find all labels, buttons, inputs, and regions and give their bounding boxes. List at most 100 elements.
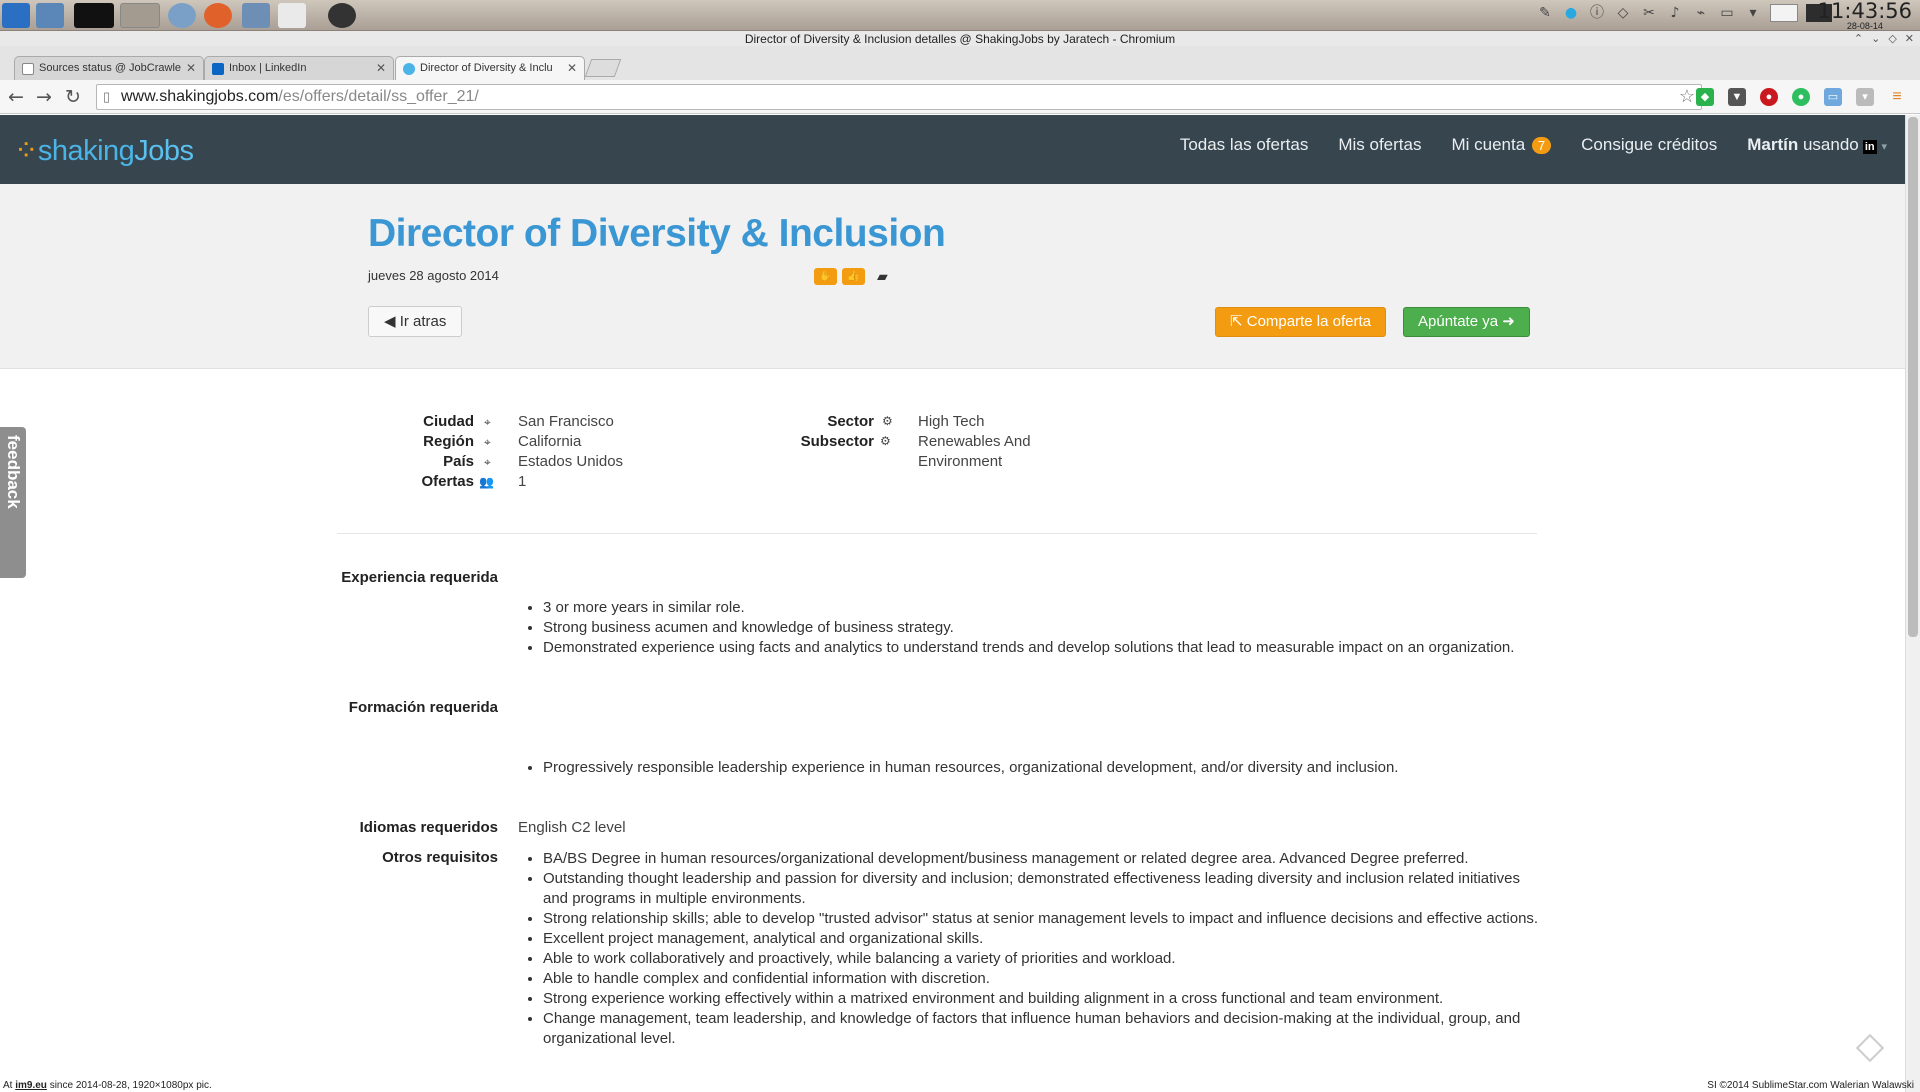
education-label: Formación requerida xyxy=(348,699,498,716)
minimize-icon[interactable]: ⌄ xyxy=(1871,32,1880,45)
experience-list: 3 or more years in similar role. Strong … xyxy=(543,598,1543,658)
tray-expand-icon[interactable]: ▾ xyxy=(1744,4,1762,22)
extensions-area: ◆ ▼ ● ● ▭ ▾ ≡ xyxy=(1696,88,1906,106)
pocket-extension-icon[interactable]: ▼ xyxy=(1728,88,1746,106)
window-controls: ⌃ ⌄ ◇ ✕ xyxy=(1854,32,1914,45)
account-badge: 7 xyxy=(1531,137,1552,154)
share-offer-button[interactable]: ⇱ Comparte la oferta xyxy=(1215,307,1386,337)
scroll-to-top-icon[interactable] xyxy=(1855,1033,1885,1063)
reload-icon[interactable]: ↻ xyxy=(65,86,81,108)
pen-icon[interactable]: ✎ xyxy=(1536,4,1554,22)
map-marker-icon: ⌖ xyxy=(484,455,491,469)
map-marker-icon: ⌖ xyxy=(484,415,491,429)
go-back-button[interactable]: ◀ Ir atras xyxy=(368,306,463,337)
feedback-tab[interactable]: feedback xyxy=(0,427,26,578)
clipboard-scissors-icon[interactable]: ✂ xyxy=(1640,4,1658,22)
page-info-icon[interactable]: ▯ xyxy=(103,89,110,105)
evernote-extension-icon[interactable]: ● xyxy=(1792,88,1810,106)
bookmark-star-icon[interactable]: ☆ xyxy=(1679,86,1695,107)
region-value: California xyxy=(518,433,582,450)
scrollbar-thumb[interactable] xyxy=(1908,117,1918,637)
country-label: País xyxy=(443,453,474,470)
tab-label: Inbox | LinkedIn xyxy=(229,62,307,74)
watermark-left: At im9.eu since 2014-08-28, 1920×1080px … xyxy=(3,1080,212,1091)
folder-icon[interactable]: ▰ xyxy=(877,268,888,285)
close-window-icon[interactable]: ✕ xyxy=(1905,32,1914,45)
url-host: www.shakingjobs.com xyxy=(121,88,279,105)
linkedin-icon xyxy=(212,63,224,75)
tab-sources-status[interactable]: Sources status @ JobCrawle ✕ xyxy=(14,56,204,80)
city-label: Ciudad xyxy=(423,413,474,430)
network-icon[interactable]: ▭ xyxy=(1718,4,1736,22)
thumbs-up-icon[interactable]: 👍 xyxy=(842,268,865,285)
thumbs-down-icon[interactable]: ✋ xyxy=(814,268,837,285)
app-launcher-icon[interactable] xyxy=(328,3,356,28)
menu-icon[interactable]: ≡ xyxy=(1888,88,1906,106)
nav-all-offers[interactable]: Todas las ofertas xyxy=(1180,135,1309,155)
city-value: San Francisco xyxy=(518,413,614,430)
close-tab-icon[interactable]: ✕ xyxy=(186,61,196,75)
gear-icon: ⚙ xyxy=(882,414,893,428)
list-item: BA/BS Degree in human resources/organiza… xyxy=(543,849,1543,869)
desktop-icon[interactable] xyxy=(36,3,64,28)
nav-get-credits[interactable]: Consigue créditos xyxy=(1581,135,1717,155)
nav-my-offers[interactable]: Mis ofertas xyxy=(1338,135,1421,155)
shield-extension-icon[interactable]: ▾ xyxy=(1856,88,1874,106)
chromium-launcher-icon[interactable] xyxy=(168,3,196,28)
share-offer-label: Comparte la oferta xyxy=(1246,313,1371,330)
watermark-right: SI ©2014 SublimeStar.com Walerian Walaws… xyxy=(1707,1080,1914,1091)
notes-icon[interactable] xyxy=(1770,4,1798,22)
user-name: Martín xyxy=(1747,135,1799,154)
tab-job-detail[interactable]: Director of Diversity & Inclu ✕ xyxy=(395,56,585,80)
job-header: Director of Diversity & Inclusion jueves… xyxy=(0,184,1905,369)
subsector-value-line1: Renewables And xyxy=(918,433,1031,450)
close-tab-icon[interactable]: ✕ xyxy=(376,61,386,75)
nav-my-account[interactable]: Mi cuenta 7 xyxy=(1451,135,1552,155)
linkedin-icon: in xyxy=(1862,140,1877,154)
system-tray: ✎ ● ⓘ ◇ ✂ ♪ ⌁ ▭ ▾ xyxy=(1536,4,1832,22)
page-scrollbar[interactable] xyxy=(1905,115,1920,1092)
new-tab-button[interactable] xyxy=(584,59,622,77)
window-thumb[interactable] xyxy=(120,3,160,28)
go-back-label: Ir atras xyxy=(399,313,447,330)
offers-value: 1 xyxy=(518,473,527,490)
network-status-icon[interactable]: ● xyxy=(1562,4,1580,22)
offers-label: Ofertas xyxy=(421,473,474,490)
close-tab-icon[interactable]: ✕ xyxy=(567,61,577,75)
map-marker-icon: ⌖ xyxy=(484,435,491,449)
volume-icon[interactable]: ♪ xyxy=(1666,4,1684,22)
info-icon[interactable]: ⓘ xyxy=(1588,4,1606,22)
forward-arrow-icon[interactable]: → xyxy=(36,86,52,108)
dropbox-icon[interactable]: ◇ xyxy=(1614,4,1632,22)
kde-menu-icon[interactable] xyxy=(2,3,30,28)
window-shade-icon[interactable]: ⌃ xyxy=(1854,32,1863,45)
tab-linkedin-inbox[interactable]: Inbox | LinkedIn ✕ xyxy=(204,56,394,80)
tab-label: Director of Diversity & Inclu xyxy=(420,62,553,74)
text-editor-icon[interactable] xyxy=(278,3,306,28)
maximize-icon[interactable]: ◇ xyxy=(1888,32,1896,45)
shakingjobs-logo[interactable]: ⁘shakingJobs xyxy=(14,133,194,168)
window-titlebar: Director of Diversity & Inclusion detall… xyxy=(0,31,1920,46)
sector-value: High Tech xyxy=(918,413,985,430)
firefox-launcher-icon[interactable] xyxy=(204,3,232,28)
browser-toolbar: ← → ↻ ▯ www.shakingjobs.com/es/offers/de… xyxy=(0,80,1920,114)
address-bar[interactable]: ▯ www.shakingjobs.com/es/offers/detail/s… xyxy=(96,84,1702,110)
feedly-extension-icon[interactable]: ◆ xyxy=(1696,88,1714,106)
adblock-extension-icon[interactable]: ● xyxy=(1760,88,1778,106)
screenshot-extension-icon[interactable]: ▭ xyxy=(1824,88,1842,106)
user-suffix: usando xyxy=(1802,135,1859,154)
job-title: Director of Diversity & Inclusion xyxy=(368,212,946,255)
country-value: Estados Unidos xyxy=(518,453,624,470)
terminal-window-thumb[interactable] xyxy=(74,3,114,28)
clock[interactable]: 11:43:56 28-08-14 xyxy=(1818,0,1912,31)
url-path: /es/offers/detail/ss_offer_21/ xyxy=(278,88,479,105)
list-item: Able to work collaboratively and proacti… xyxy=(543,949,1543,969)
usb-icon[interactable]: ⌁ xyxy=(1692,4,1710,22)
arrow-right-icon: ➜ xyxy=(1502,313,1515,330)
arrow-left-icon: ◀ xyxy=(384,313,396,330)
apply-now-button[interactable]: Apúntate ya ➜ xyxy=(1403,307,1530,337)
nav-user-menu[interactable]: Martín usando in ▾ xyxy=(1747,135,1887,155)
back-arrow-icon[interactable]: ← xyxy=(8,86,24,108)
file-manager-icon[interactable] xyxy=(242,3,270,28)
list-item: Excellent project management, analytical… xyxy=(543,929,1543,949)
